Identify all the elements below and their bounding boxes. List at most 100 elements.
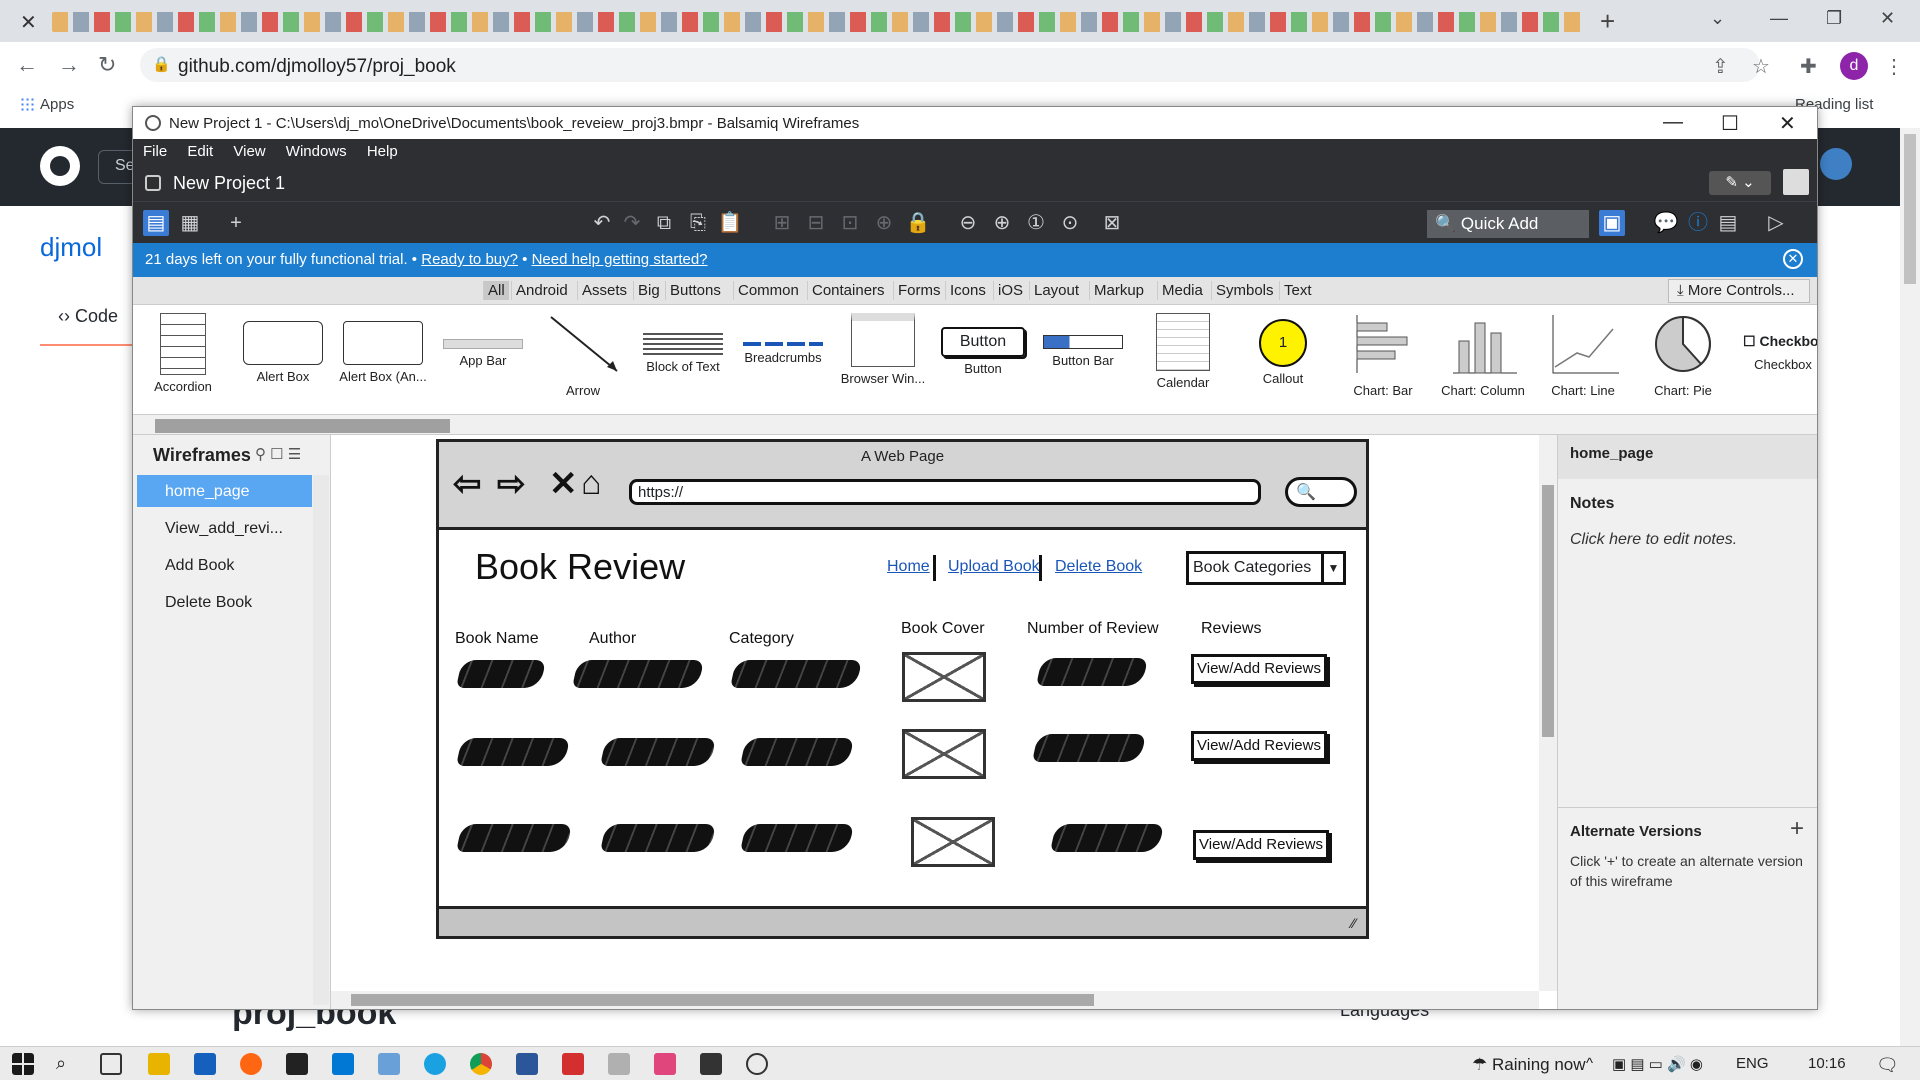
tray-overflow-icon[interactable]: ^ xyxy=(1586,1055,1593,1072)
gallery-callout[interactable]: 1 Callout xyxy=(1233,313,1333,409)
close-window-icon[interactable]: ✕ xyxy=(1880,8,1895,29)
cat-symbols[interactable]: Symbols xyxy=(1211,281,1278,300)
present-icon[interactable]: ▷ xyxy=(1763,210,1789,236)
gallery-accordion[interactable]: Accordion xyxy=(133,313,233,409)
group-icon[interactable]: ⊞ xyxy=(769,210,795,236)
gallery-breadcrumbs[interactable]: Breadcrumbs xyxy=(733,313,833,409)
comments-icon[interactable]: 💬 xyxy=(1653,210,1679,236)
add-wireframe-icon[interactable]: + xyxy=(223,210,249,236)
notes-icon[interactable]: ▤ xyxy=(1715,210,1741,236)
ungroup-icon[interactable]: ⊟ xyxy=(803,210,829,236)
minimize-icon[interactable]: — xyxy=(1770,8,1788,29)
gallery-button[interactable]: Button Button xyxy=(933,313,1033,409)
help-started-link[interactable]: Need help getting started? xyxy=(532,251,708,268)
balsamiq-maximize-icon[interactable]: ☐ xyxy=(1721,111,1739,136)
paste-icon[interactable]: 📋 xyxy=(717,210,743,236)
cat-buttons[interactable]: Buttons xyxy=(665,281,725,300)
close-banner-icon[interactable]: ✕ xyxy=(1783,249,1803,269)
gallery-scroll-thumb[interactable] xyxy=(155,419,450,433)
wireframe-item-delete-book[interactable]: Delete Book xyxy=(137,586,312,618)
zoom-actual-icon[interactable]: ① xyxy=(1023,210,1049,236)
address-bar[interactable]: 🔒 github.com/djmolloy57/proj_book xyxy=(140,48,1760,82)
cat-common[interactable]: Common xyxy=(733,281,803,300)
copy-icon[interactable]: ⎘ xyxy=(685,210,711,236)
balsamiq-close-icon[interactable]: ✕ xyxy=(1779,111,1796,136)
duplicate-icon[interactable]: ⧉ xyxy=(651,210,677,236)
restore-icon[interactable]: ❐ xyxy=(1826,8,1842,29)
balsamiq-taskbar-icon[interactable] xyxy=(746,1053,768,1075)
more-controls-button[interactable]: ⤓ More Controls... xyxy=(1668,279,1810,303)
canvas-vertical-scrollbar[interactable] xyxy=(1539,435,1557,991)
start-icon[interactable] xyxy=(12,1053,34,1075)
cat-icons[interactable]: Icons xyxy=(945,281,990,300)
cat-big[interactable]: Big xyxy=(633,281,664,300)
menu-edit[interactable]: Edit xyxy=(177,139,213,160)
cat-text[interactable]: Text xyxy=(1279,281,1316,300)
cat-assets[interactable]: Assets xyxy=(577,281,631,300)
menu-file[interactable]: File xyxy=(133,139,167,160)
cat-layout[interactable]: Layout xyxy=(1029,281,1083,300)
edge-icon[interactable] xyxy=(424,1053,446,1075)
undo-icon[interactable]: ↶ xyxy=(589,210,615,236)
github-repo-owner[interactable]: djmol xyxy=(40,232,102,263)
firefox-icon[interactable] xyxy=(240,1053,262,1075)
wireframes-scrollbar[interactable] xyxy=(313,475,329,1005)
notes-edit-area[interactable]: Click here to edit notes. xyxy=(1570,531,1737,549)
language-indicator[interactable]: ENG xyxy=(1736,1055,1769,1072)
app-icon[interactable] xyxy=(608,1053,630,1075)
gallery-button-bar[interactable]: Button Bar xyxy=(1033,313,1133,409)
gallery-chart-pie[interactable]: Chart: Pie xyxy=(1633,313,1733,409)
cat-media[interactable]: Media xyxy=(1157,281,1207,300)
balsamiq-minimize-icon[interactable]: — xyxy=(1663,111,1683,134)
reload-icon[interactable]: ↻ xyxy=(98,52,116,78)
cat-markup[interactable]: Markup xyxy=(1089,281,1148,300)
clock[interactable]: 10:16 xyxy=(1808,1055,1846,1072)
lock-control-icon[interactable]: 🔒 xyxy=(905,210,931,236)
wireframe-item-add-book[interactable]: Add Book xyxy=(137,549,312,581)
back-icon[interactable]: ← xyxy=(16,52,38,78)
file-explorer-icon[interactable] xyxy=(148,1053,170,1075)
menu-windows[interactable]: Windows xyxy=(276,139,347,160)
bookmark-star-icon[interactable]: ☆ xyxy=(1752,54,1770,79)
menu-view[interactable]: View xyxy=(223,139,265,160)
store-icon[interactable] xyxy=(194,1053,216,1075)
canvas-horizontal-scrollbar[interactable] xyxy=(331,991,1539,1009)
wireframe-item-home-page[interactable]: home_page xyxy=(137,475,312,507)
redo-icon[interactable]: ↷ xyxy=(619,210,645,236)
close-tab-icon[interactable]: ✕ xyxy=(20,10,37,35)
gallery-checkbox[interactable]: ☐ Checkbo Checkbox xyxy=(1733,313,1817,409)
mail-icon[interactable] xyxy=(332,1053,354,1075)
acrobat-icon[interactable] xyxy=(562,1053,584,1075)
gallery-calendar[interactable]: Calendar xyxy=(1133,313,1233,409)
chrome-icon[interactable] xyxy=(470,1053,492,1075)
github-logo-icon[interactable] xyxy=(40,146,80,186)
new-tab-button[interactable]: + xyxy=(1600,6,1615,37)
tray-icons[interactable]: ▣ ▤ ▭ 🔊 ◉ xyxy=(1612,1055,1703,1073)
gallery-app-bar[interactable]: App Bar xyxy=(433,313,533,409)
add-alternate-version-icon[interactable]: + xyxy=(1790,815,1804,843)
grid-view-icon[interactable]: ▦ xyxy=(177,210,203,236)
cat-forms[interactable]: Forms xyxy=(893,281,945,300)
wireframe-item-view-add-reviews[interactable]: View_add_revi... xyxy=(137,512,312,544)
distribute-icon[interactable]: ⊕ xyxy=(871,210,897,236)
cat-containers[interactable]: Containers xyxy=(807,281,889,300)
gallery-browser-window[interactable]: Browser Win... xyxy=(833,313,933,409)
zoom-in-icon[interactable]: ⊕ xyxy=(989,210,1015,236)
menu-kebab-icon[interactable]: ⋮ xyxy=(1884,54,1904,79)
gallery-block-of-text[interactable]: Block of Text xyxy=(633,313,733,409)
ready-to-buy-link[interactable]: Ready to buy? xyxy=(421,251,518,268)
profile-avatar[interactable]: d xyxy=(1840,52,1868,80)
gallery-arrow[interactable]: Arrow xyxy=(533,313,633,409)
project-name[interactable]: New Project 1 xyxy=(173,173,285,194)
gallery-chart-line[interactable]: Chart: Line xyxy=(1533,313,1633,409)
share-icon[interactable]: ⇪ xyxy=(1712,54,1729,79)
menu-help[interactable]: Help xyxy=(357,139,398,160)
page-scrollbar[interactable] xyxy=(1900,128,1920,1046)
align-icon[interactable]: ⊡ xyxy=(837,210,863,236)
ui-library-icon[interactable]: ▣ xyxy=(1599,210,1625,236)
apps-bookmark[interactable]: Apps xyxy=(20,96,74,113)
quick-add-input[interactable]: 🔍 Quick Add xyxy=(1427,210,1589,238)
zoom-out-icon[interactable]: ⊖ xyxy=(955,210,981,236)
single-view-icon[interactable]: ▤ xyxy=(143,210,169,236)
zoom-fit-icon[interactable]: ⊙ xyxy=(1057,210,1083,236)
